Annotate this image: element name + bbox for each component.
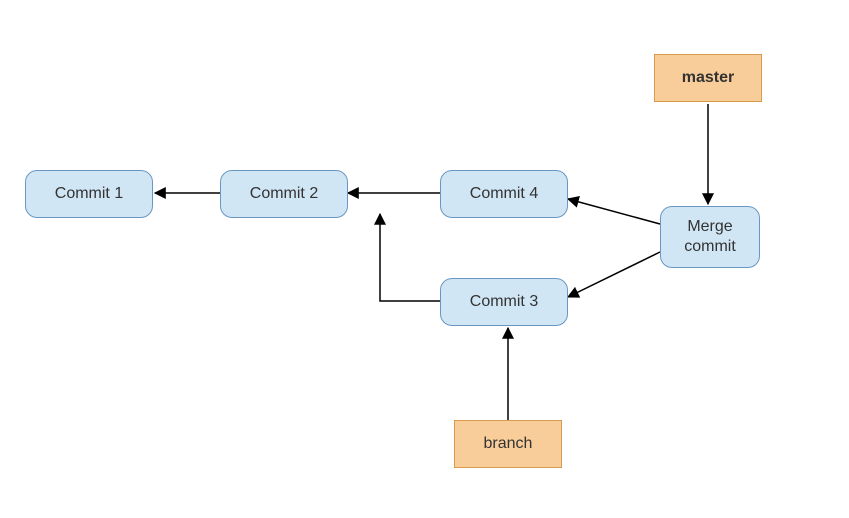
branch-label: branch	[454, 420, 562, 468]
commit-3-node: Commit 3	[440, 278, 568, 326]
commit-2-node: Commit 2	[220, 170, 348, 218]
arrow-merge-c3	[568, 252, 660, 297]
commit-4-node: Commit 4	[440, 170, 568, 218]
merge-commit-node: Merge commit	[660, 206, 760, 268]
branch-label-text: branch	[484, 434, 533, 454]
merge-commit-label: Merge commit	[684, 217, 736, 257]
master-branch-label: master	[654, 54, 762, 102]
commit-1-label: Commit 1	[55, 184, 123, 204]
master-label-text: master	[682, 68, 734, 88]
commit-1-node: Commit 1	[25, 170, 153, 218]
commit-4-label: Commit 4	[470, 184, 538, 204]
arrow-merge-c4	[568, 199, 660, 224]
commit-2-label: Commit 2	[250, 184, 318, 204]
arrow-c3-c2	[380, 214, 440, 301]
commit-3-label: Commit 3	[470, 292, 538, 312]
